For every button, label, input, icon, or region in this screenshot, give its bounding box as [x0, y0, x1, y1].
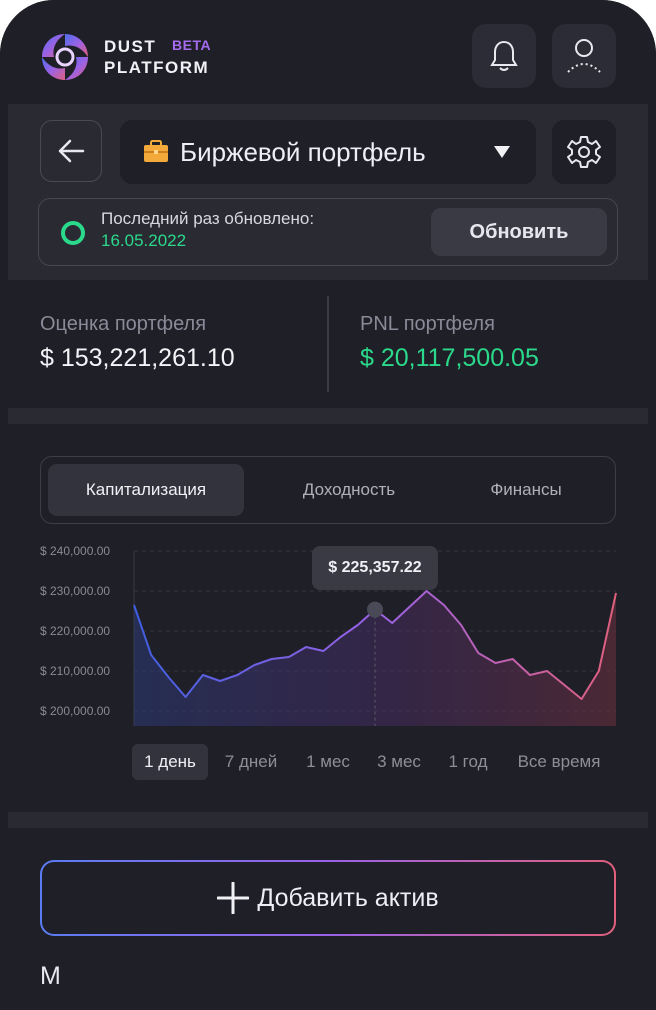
add-asset-label: Добавить актив — [257, 883, 439, 912]
dust-logo-icon — [42, 34, 88, 80]
portfolio-selector[interactable]: Биржевой портфель — [120, 120, 536, 184]
chart-tooltip: $ 225,357.22 — [312, 546, 438, 590]
gear-icon — [567, 136, 601, 168]
arrow-left-icon — [58, 139, 85, 163]
back-button[interactable] — [40, 120, 102, 182]
pnl-value: $ 20,117,500.05 — [360, 344, 539, 372]
period-1-year[interactable]: 1 год — [436, 744, 500, 780]
notifications-button[interactable] — [472, 24, 536, 88]
app-screen: DUST PLATFORM BETA Биржевой портфель Пос… — [0, 0, 656, 1010]
add-asset-button[interactable]: Добавить актив — [40, 860, 616, 936]
period-3-months[interactable]: 3 мес — [366, 744, 432, 780]
app-header: DUST PLATFORM BETA — [0, 0, 656, 104]
bell-icon — [490, 40, 518, 71]
caret-down-icon — [494, 146, 510, 158]
portfolio-name: Биржевой портфель — [180, 137, 426, 167]
brand-line-2: PLATFORM — [104, 58, 210, 77]
next-section-heading: М — [40, 962, 61, 990]
chart-tabs: Капитализация Доходность Финансы — [40, 456, 616, 524]
pnl-label: PNL портфеля — [360, 313, 495, 335]
plus-icon — [217, 882, 250, 914]
period-all-time[interactable]: Все время — [506, 744, 612, 780]
tab-capitalization[interactable]: Капитализация — [48, 464, 244, 516]
section-divider — [8, 812, 648, 828]
beta-badge: BETA — [172, 37, 212, 53]
stats-divider — [327, 296, 329, 392]
update-status: Последний раз обновлено: 16.05.2022 Обно… — [38, 198, 618, 266]
tab-finance[interactable]: Финансы — [441, 464, 611, 516]
last-updated-date: 16.05.2022 — [101, 231, 187, 250]
add-asset-button-inner: Добавить актив — [42, 862, 614, 934]
chart-cursor-point[interactable] — [367, 601, 383, 618]
briefcase-icon — [144, 140, 168, 162]
period-1-day[interactable]: 1 день — [132, 744, 208, 780]
tab-yield[interactable]: Доходность — [251, 464, 447, 516]
last-updated-label: Последний раз обновлено: — [101, 209, 315, 228]
period-7-days[interactable]: 7 дней — [214, 744, 288, 780]
user-icon — [567, 39, 601, 73]
status-indicator-icon — [61, 221, 85, 245]
refresh-button[interactable]: Обновить — [431, 208, 607, 256]
profile-button[interactable] — [552, 24, 616, 88]
portfolio-value: $ 153,221,261.10 — [40, 344, 235, 372]
period-selector: 1 день 7 дней 1 мес 3 мес 1 год Все врем… — [0, 744, 656, 780]
section-divider — [8, 408, 648, 424]
period-1-month[interactable]: 1 мес — [294, 744, 362, 780]
portfolio-value-label: Оценка портфеля — [40, 313, 207, 335]
settings-button[interactable] — [552, 120, 616, 184]
